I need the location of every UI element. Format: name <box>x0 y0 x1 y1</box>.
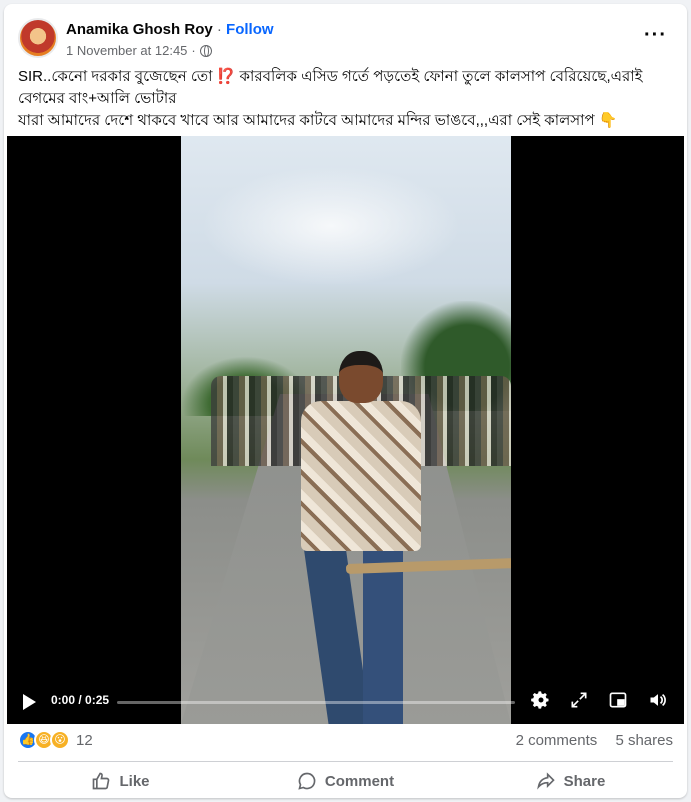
timestamp[interactable]: 1 November at 12:45 <box>66 43 187 58</box>
pip-icon[interactable] <box>606 690 630 714</box>
post-stats: 👍 😆 😮 12 2 comments 5 shares <box>18 730 673 754</box>
divider <box>18 761 673 762</box>
video-frame <box>181 136 511 724</box>
author-row: Anamika Ghosh Roy · Follow <box>66 21 274 38</box>
video-subject <box>281 351 441 724</box>
volume-icon[interactable] <box>646 690 670 714</box>
more-options-icon[interactable]: ··· <box>644 25 667 45</box>
play-icon[interactable] <box>23 694 36 710</box>
globe-icon[interactable] <box>199 44 212 57</box>
shares-count[interactable]: 5 shares <box>615 732 673 749</box>
like-button[interactable]: Like <box>8 764 233 798</box>
video-player[interactable]: 0:00 / 0:25 <box>7 136 684 724</box>
share-button[interactable]: Share <box>458 764 683 798</box>
video-controls: 0:00 / 0:25 <box>7 680 684 724</box>
wow-reaction-icon: 😮 <box>50 730 70 750</box>
post-meta: 1 November at 12:45 · <box>66 43 212 58</box>
video-time: 0:00 / 0:25 <box>51 693 110 707</box>
share-icon <box>536 772 555 790</box>
author-name[interactable]: Anamika Ghosh Roy <box>66 21 213 38</box>
like-label: Like <box>119 772 150 790</box>
comment-icon <box>298 772 316 790</box>
separator: · <box>216 21 222 38</box>
action-bar: Like Comment Share <box>8 764 683 798</box>
reactions-summary[interactable]: 👍 😆 😮 12 <box>18 730 93 750</box>
post-caption: SIR..কেনো দরকার বুজেছেন তো ⁉️ কারবলিক এস… <box>18 68 643 129</box>
comment-button[interactable]: Comment <box>233 764 458 798</box>
settings-icon[interactable] <box>529 690 553 714</box>
engagement-counts: 2 comments 5 shares <box>502 732 673 749</box>
share-label: Share <box>563 772 606 790</box>
follow-button[interactable]: Follow <box>226 21 274 38</box>
reaction-count: 12 <box>76 731 93 749</box>
post-header: Anamika Ghosh Roy · Follow 1 November at… <box>18 18 673 62</box>
avatar[interactable] <box>18 18 58 58</box>
fullscreen-icon[interactable] <box>567 690 591 714</box>
like-icon <box>93 772 110 790</box>
post-card: Anamika Ghosh Roy · Follow 1 November at… <box>4 4 687 798</box>
comment-label: Comment <box>324 772 395 790</box>
comments-count[interactable]: 2 comments <box>516 732 598 749</box>
progress-bar[interactable] <box>117 701 515 704</box>
